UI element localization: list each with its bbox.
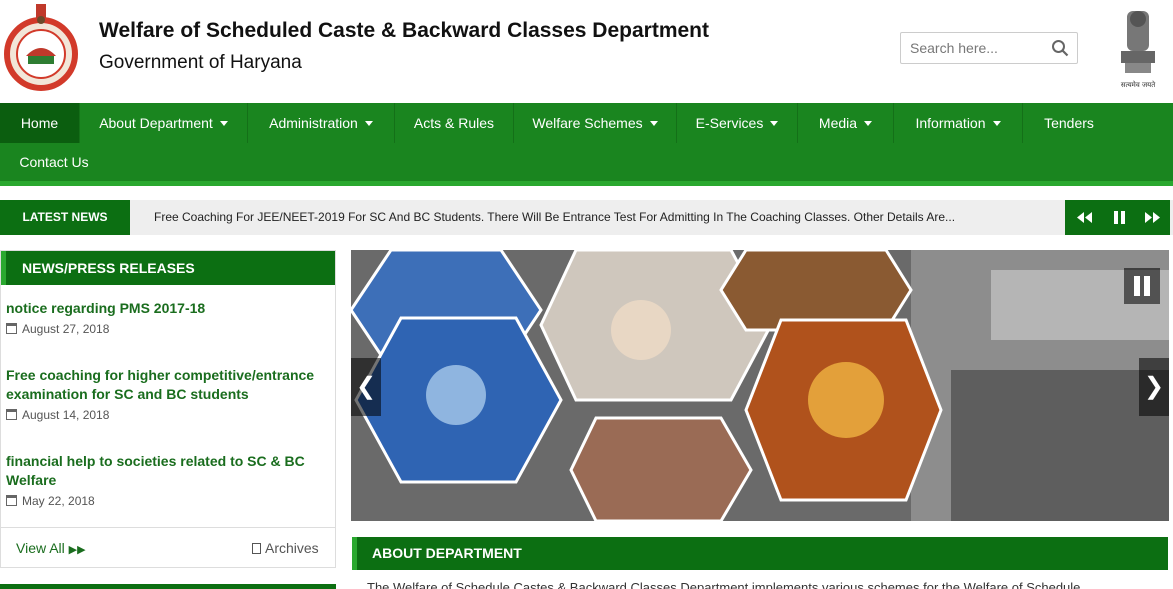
ticker-pause-button[interactable] (1102, 200, 1137, 235)
about-department-text: The Welfare of Schedule Castes & Backwar… (367, 580, 1092, 589)
site-subtitle: Government of Haryana (99, 52, 302, 73)
nav-label: Administration (269, 115, 358, 131)
news-item-link[interactable]: notice regarding PMS 2017-18 (6, 299, 316, 318)
calendar-icon (6, 495, 17, 506)
ticker-controls (1065, 200, 1170, 235)
nav-label: Media (818, 115, 858, 131)
nav-contact-us[interactable]: Contact Us (0, 142, 108, 182)
news-item-date-row: May 22, 2018 (6, 494, 316, 508)
slider-prev-button[interactable]: ❮ (351, 358, 381, 416)
nav-label: Contact Us (19, 154, 89, 170)
archives-link[interactable]: Archives (252, 540, 319, 556)
search-icon[interactable] (1051, 39, 1069, 57)
view-all-label: View All (16, 540, 65, 556)
nav-label: Tenders (1044, 115, 1094, 131)
news-item: financial help to societies related to S… (6, 452, 316, 508)
chevron-right-icon: ❯ (1143, 373, 1165, 400)
caret-down-icon (364, 121, 373, 126)
nav-label: About Department (99, 115, 213, 131)
site-title: Welfare of Scheduled Caste & Backward Cl… (99, 19, 709, 42)
news-item-link[interactable]: Free coaching for higher competitive/ent… (6, 366, 316, 404)
caret-down-icon (992, 121, 1001, 126)
news-item-date: August 27, 2018 (22, 322, 110, 336)
ticker-next-button[interactable] (1135, 200, 1170, 235)
haryana-logo[interactable] (2, 0, 80, 100)
slider-next-button[interactable]: ❯ (1139, 358, 1169, 416)
slider-collage-image (351, 250, 1169, 521)
image-slider: ❮ ❯ (351, 250, 1169, 521)
search-input[interactable] (901, 33, 1046, 63)
news-item-date-row: August 14, 2018 (6, 408, 316, 422)
view-all-link[interactable]: View All ▶▶ (16, 540, 86, 556)
latest-news-ticker: LATEST NEWS Free Coaching For JEE/NEET-2… (0, 200, 1173, 235)
news-item-date: May 22, 2018 (22, 494, 95, 508)
nav-label: Home (20, 115, 59, 131)
news-item-link[interactable]: financial help to societies related to S… (6, 452, 316, 490)
main-navigation: Home About Department Administration Act… (0, 103, 1173, 183)
calendar-icon (6, 409, 17, 420)
nav-label: Information (915, 115, 986, 131)
archives-label: Archives (265, 540, 319, 556)
nav-media[interactable]: Media (798, 103, 894, 143)
news-item: notice regarding PMS 2017-18 August 27, … (6, 299, 316, 336)
news-panel-heading: NEWS/PRESS RELEASES (1, 251, 335, 285)
nav-tenders[interactable]: Tenders (1023, 103, 1115, 143)
nav-label: Acts & Rules (413, 115, 495, 131)
double-chevron-right-icon: ▶▶ (68, 544, 86, 556)
nav-accent-bar (0, 181, 1173, 186)
nav-label: E-Services (695, 115, 764, 131)
news-item-date-row: August 27, 2018 (6, 322, 316, 336)
site-header: Welfare of Scheduled Caste & Backward Cl… (0, 0, 1173, 103)
nav-e-services[interactable]: E-Services (677, 103, 798, 143)
chevron-left-icon: ❮ (355, 373, 377, 400)
caret-down-icon (864, 121, 873, 126)
pause-icon (1134, 276, 1150, 296)
backward-icon (1077, 212, 1092, 223)
forward-icon (1145, 212, 1160, 223)
search-box (900, 32, 1078, 64)
slider-pause-button[interactable] (1124, 268, 1160, 304)
calendar-icon (6, 323, 17, 334)
next-panel-heading-bar (0, 584, 336, 589)
nav-welfare-schemes[interactable]: Welfare Schemes (514, 103, 677, 143)
nav-label: Welfare Schemes (532, 115, 643, 131)
nav-information[interactable]: Information (894, 103, 1023, 143)
ticker-label: LATEST NEWS (0, 200, 130, 235)
nav-acts-rules[interactable]: Acts & Rules (395, 103, 514, 143)
ticker-headline[interactable]: Free Coaching For JEE/NEET-2019 For SC A… (154, 200, 955, 235)
pause-icon (1114, 211, 1125, 224)
document-icon (252, 543, 261, 554)
caret-down-icon (649, 121, 658, 126)
ticker-prev-button[interactable] (1067, 200, 1102, 235)
nav-about-department[interactable]: About Department (80, 103, 248, 143)
national-emblem: सत्यमेव जयते (1121, 11, 1156, 89)
about-department-heading: ABOUT DEPARTMENT (352, 537, 1168, 570)
news-item: Free coaching for higher competitive/ent… (6, 366, 316, 422)
emblem-caption: सत्यमेव जयते (1121, 80, 1156, 89)
news-item-date: August 14, 2018 (22, 408, 110, 422)
nav-administration[interactable]: Administration (248, 103, 395, 143)
news-press-releases-panel: NEWS/PRESS RELEASES notice regarding PMS… (0, 250, 336, 568)
news-panel-footer: View All ▶▶ Archives (1, 527, 335, 567)
caret-down-icon (770, 121, 779, 126)
caret-down-icon (219, 121, 228, 126)
nav-home[interactable]: Home (0, 103, 80, 143)
